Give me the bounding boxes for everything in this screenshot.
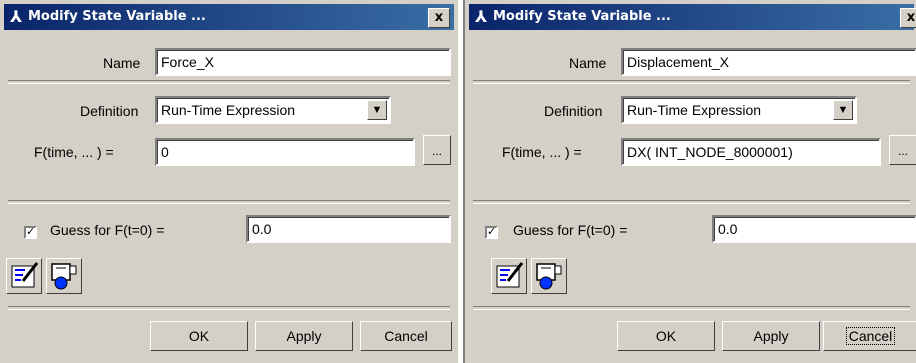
modify-state-variable-dialog-2: ⅄ Modify State Variable ... x Name Displ… bbox=[463, 0, 916, 363]
f-expression-field[interactable]: 0 bbox=[155, 138, 415, 166]
separator bbox=[473, 200, 910, 204]
measure-button[interactable] bbox=[531, 258, 567, 294]
cancel-button-label: Cancel bbox=[384, 328, 428, 344]
apply-button[interactable]: Apply bbox=[255, 321, 353, 351]
guess-field[interactable]: 0.0 bbox=[712, 215, 916, 243]
function-builder-icon bbox=[496, 262, 524, 288]
name-field[interactable]: Force_X bbox=[155, 48, 451, 76]
ok-button-label: OK bbox=[188, 328, 210, 344]
separator bbox=[8, 80, 450, 84]
apply-button[interactable]: Apply bbox=[722, 321, 820, 351]
chevron-down-icon[interactable]: ▼ bbox=[833, 100, 853, 120]
expression-builder-button[interactable]: ... bbox=[423, 135, 451, 165]
close-button[interactable]: x bbox=[900, 8, 916, 28]
title-bar[interactable]: ⅄ Modify State Variable ... x bbox=[4, 4, 454, 30]
chevron-down-icon[interactable]: ▼ bbox=[367, 100, 387, 120]
function-builder-icon bbox=[11, 262, 39, 288]
f-label: F(time, ... ) = bbox=[502, 144, 582, 160]
f-label: F(time, ... ) = bbox=[34, 144, 114, 160]
name-field[interactable]: Displacement_X bbox=[621, 48, 916, 76]
guess-label: Guess for F(t=0) = bbox=[50, 222, 165, 238]
modeling-tool-icon: ⅄ bbox=[475, 7, 488, 26]
close-button[interactable]: x bbox=[428, 8, 450, 28]
cancel-button-label: Cancel bbox=[845, 327, 896, 345]
separator bbox=[473, 80, 910, 84]
separator bbox=[473, 306, 910, 310]
guess-label: Guess for F(t=0) = bbox=[513, 222, 628, 238]
ok-button[interactable]: OK bbox=[617, 321, 715, 351]
apply-button-label: Apply bbox=[286, 328, 322, 344]
function-builder-button[interactable] bbox=[6, 258, 42, 294]
definition-label: Definition bbox=[544, 103, 603, 119]
cancel-button[interactable]: Cancel bbox=[823, 321, 916, 351]
f-expression-field[interactable]: DX( INT_NODE_8000001) bbox=[621, 138, 881, 166]
guess-checkbox[interactable]: ✓ bbox=[485, 226, 498, 239]
separator bbox=[8, 306, 450, 310]
definition-select[interactable]: Run-Time Expression ▼ bbox=[155, 96, 391, 124]
title-bar[interactable]: ⅄ Modify State Variable ... x bbox=[469, 4, 916, 30]
measure-button[interactable] bbox=[46, 258, 82, 294]
measure-icon bbox=[536, 263, 562, 290]
name-label: Name bbox=[569, 55, 607, 71]
ok-button[interactable]: OK bbox=[150, 321, 248, 351]
ok-button-label: OK bbox=[655, 328, 677, 344]
function-builder-button[interactable] bbox=[491, 258, 527, 294]
definition-select[interactable]: Run-Time Expression ▼ bbox=[621, 96, 857, 124]
definition-select-value: Run-Time Expression bbox=[627, 102, 762, 118]
guess-checkbox[interactable]: ✓ bbox=[24, 226, 37, 239]
dialog-title: Modify State Variable ... bbox=[493, 9, 671, 24]
modeling-tool-icon: ⅄ bbox=[10, 7, 23, 26]
cancel-button[interactable]: Cancel bbox=[360, 321, 452, 351]
separator bbox=[8, 200, 450, 204]
dialog-title: Modify State Variable ... bbox=[28, 9, 206, 24]
expression-builder-button[interactable]: ... bbox=[889, 135, 916, 165]
measure-icon bbox=[51, 263, 77, 290]
name-label: Name bbox=[103, 55, 141, 71]
modify-state-variable-dialog-1: ⅄ Modify State Variable ... x Name Force… bbox=[0, 0, 458, 363]
apply-button-label: Apply bbox=[753, 328, 789, 344]
definition-select-value: Run-Time Expression bbox=[161, 102, 296, 118]
definition-label: Definition bbox=[80, 103, 139, 119]
guess-field[interactable]: 0.0 bbox=[246, 215, 451, 243]
